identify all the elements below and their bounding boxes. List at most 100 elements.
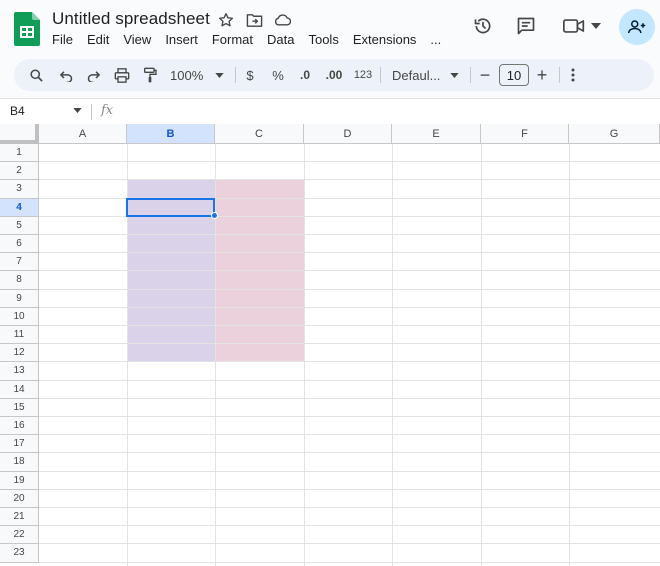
version-history-icon[interactable]	[472, 15, 494, 37]
name-box[interactable]: B4	[10, 104, 25, 118]
fill-handle[interactable]	[211, 211, 218, 219]
cloud-status-icon[interactable]	[272, 10, 292, 30]
currency-format-button[interactable]: $	[240, 59, 260, 91]
toolbar-divider	[380, 67, 381, 83]
chevron-down-icon	[215, 72, 224, 78]
comments-icon[interactable]	[515, 15, 537, 37]
row-header-20[interactable]: 20	[0, 489, 39, 508]
star-icon[interactable]	[216, 10, 236, 30]
menu-tools[interactable]: Tools	[308, 32, 345, 47]
menu-view[interactable]: View	[123, 32, 158, 47]
sheets-logo-icon[interactable]	[14, 12, 40, 46]
row-header-12[interactable]: 12	[0, 344, 39, 363]
gridline	[39, 543, 660, 545]
document-title[interactable]: Untitled spreadsheet	[52, 9, 210, 29]
menu-file[interactable]: File	[52, 32, 80, 47]
toolbar-divider	[470, 67, 471, 83]
row-header-19[interactable]: 19	[0, 471, 39, 490]
toolbar-divider	[235, 67, 236, 83]
meet-button[interactable]	[562, 15, 602, 37]
menu-data[interactable]: Data	[267, 32, 301, 47]
menu-more[interactable]: ...	[430, 32, 448, 47]
gridline	[39, 288, 660, 290]
search-menus-icon[interactable]	[24, 59, 48, 91]
column-header-a[interactable]: A	[39, 124, 127, 144]
select-all-corner[interactable]	[0, 124, 39, 144]
row-header-21[interactable]: 21	[0, 508, 39, 527]
gridline	[39, 306, 660, 308]
menu-edit[interactable]: Edit	[87, 32, 116, 47]
row-header-8[interactable]: 8	[0, 271, 39, 290]
column-header-g[interactable]: G	[569, 124, 660, 144]
active-cell[interactable]	[126, 197, 215, 217]
spreadsheet-grid[interactable]: A B C D E F G 1 2 3 4 5 6 7 8 9 10 11 12 13 14 15 16 17 18 19 20 21…	[0, 124, 660, 566]
gridline	[39, 161, 660, 163]
more-options-icon[interactable]	[564, 59, 582, 91]
increase-decimal-button[interactable]: .00	[320, 59, 348, 91]
percent-format-button[interactable]: %	[267, 59, 289, 91]
gridline	[39, 488, 660, 490]
row-header-2[interactable]: 2	[0, 162, 39, 181]
column-header-c[interactable]: C	[215, 124, 304, 144]
share-button[interactable]	[619, 9, 655, 45]
gridline	[39, 179, 660, 181]
gridline	[39, 397, 660, 399]
row-header-1[interactable]: 1	[0, 144, 39, 163]
undo-icon[interactable]	[54, 59, 78, 91]
menu-format[interactable]: Format	[212, 32, 260, 47]
row-header-6[interactable]: 6	[0, 235, 39, 254]
formula-bar: B4 fx	[0, 98, 660, 124]
menu-insert[interactable]: Insert	[165, 32, 205, 47]
paint-format-icon[interactable]	[138, 59, 162, 91]
move-folder-icon[interactable]	[244, 10, 264, 30]
gridline	[569, 144, 570, 566]
gridline	[39, 343, 660, 345]
row-header-11[interactable]: 11	[0, 326, 39, 345]
zoom-select[interactable]: 100%	[166, 59, 228, 91]
row-header-14[interactable]: 14	[0, 380, 39, 399]
row-header-13[interactable]: 13	[0, 362, 39, 381]
row-header-22[interactable]: 22	[0, 526, 39, 545]
gridline	[39, 561, 660, 563]
row-header-4[interactable]: 4	[0, 198, 39, 217]
menu-extensions[interactable]: Extensions	[353, 32, 424, 47]
gridline	[481, 144, 482, 566]
gridline	[392, 144, 393, 566]
row-header-7[interactable]: 7	[0, 253, 39, 272]
row-header-16[interactable]: 16	[0, 417, 39, 436]
row-header-10[interactable]: 10	[0, 307, 39, 326]
font-size-input[interactable]: 10	[499, 64, 529, 86]
column-header-d[interactable]: D	[304, 124, 392, 144]
gridline	[39, 507, 660, 508]
increase-font-size-button[interactable]: +	[532, 59, 552, 91]
column-header-f[interactable]: F	[481, 124, 569, 144]
column-header-e[interactable]: E	[392, 124, 481, 144]
chevron-down-icon	[450, 72, 460, 78]
decrease-decimal-button[interactable]: .0	[293, 59, 317, 91]
formula-bar-divider	[91, 104, 92, 120]
row-header-9[interactable]: 9	[0, 289, 39, 308]
gridline	[304, 144, 305, 566]
gridline	[39, 270, 660, 272]
add-person-icon	[628, 20, 646, 34]
chevron-down-icon[interactable]	[73, 108, 82, 113]
decrease-font-size-button[interactable]: −	[475, 59, 495, 91]
font-family-select[interactable]: Defaul...	[386, 59, 466, 91]
gridline	[39, 470, 660, 472]
row-header-18[interactable]: 18	[0, 453, 39, 472]
gridline	[39, 416, 660, 417]
gridline	[39, 525, 660, 527]
redo-icon[interactable]	[81, 59, 105, 91]
column-header-b[interactable]: B	[127, 124, 215, 144]
print-icon[interactable]	[110, 59, 134, 91]
row-header-3[interactable]: 3	[0, 180, 39, 199]
row-header-5[interactable]: 5	[0, 216, 39, 235]
app-header: Untitled spreadsheet File Edit View Inse…	[0, 0, 660, 56]
font-family-value: Defaul...	[392, 67, 441, 83]
row-header-15[interactable]: 15	[0, 398, 39, 417]
gridline	[39, 361, 660, 363]
toolbar: 100% $ % .0 .00 123 Defaul... − 10 +	[14, 59, 654, 91]
row-header-17[interactable]: 17	[0, 435, 39, 454]
more-formats-button[interactable]: 123	[351, 59, 375, 91]
row-header-23[interactable]: 23	[0, 544, 39, 563]
